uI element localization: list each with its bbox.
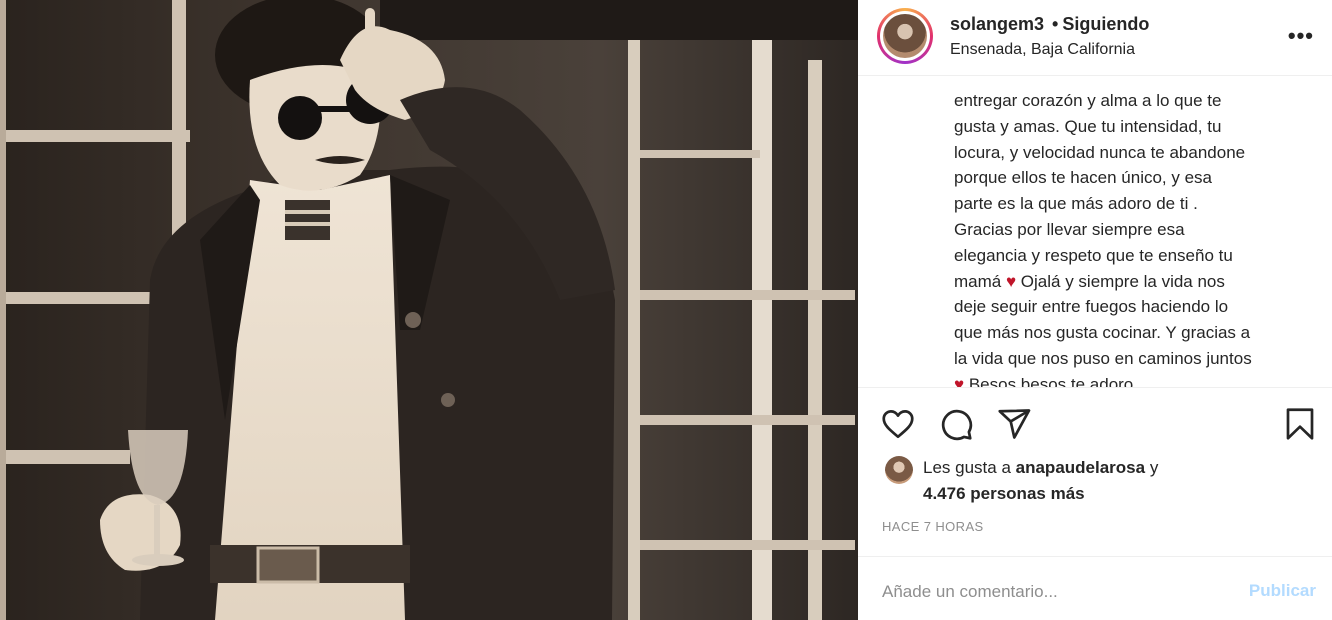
likes-line: Les gusta a anapaudelarosa y bbox=[923, 458, 1158, 478]
liker-avatar[interactable] bbox=[885, 456, 913, 484]
caption-line: ♥ Besos besos te adoro bbox=[954, 372, 1314, 387]
avatar-image bbox=[883, 14, 927, 58]
liker-username-link[interactable]: anapaudelarosa bbox=[1016, 458, 1145, 477]
caption-line: parte es la que más adoro de ti . bbox=[954, 194, 1198, 214]
avatar[interactable] bbox=[877, 8, 933, 64]
likes-suffix: y bbox=[1149, 458, 1159, 477]
username-link[interactable]: solangem3 bbox=[950, 14, 1044, 34]
caption-line: locura, y velocidad nunca te abandone bbox=[954, 142, 1246, 162]
caption-line: entregar corazón y alma a lo que te bbox=[954, 91, 1222, 110]
publish-button[interactable]: Publicar bbox=[1249, 581, 1316, 601]
likes-prefix: Les gusta a bbox=[923, 458, 1011, 477]
post-timestamp[interactable]: HACE 7 HORAS bbox=[882, 519, 984, 534]
bookmark-icon[interactable] bbox=[1282, 406, 1318, 442]
post-photo[interactable] bbox=[0, 0, 858, 620]
comment-bar: Publicar bbox=[858, 556, 1332, 620]
sepia-portrait-image bbox=[0, 0, 858, 620]
post-header: solangem3 • Siguiendo Ensenada, Baja Calif… bbox=[858, 0, 1332, 76]
location-link[interactable]: Ensenada, Baja California bbox=[950, 41, 1135, 59]
heart-icon[interactable] bbox=[880, 406, 916, 442]
caption-line: la vida que nos puso en caminos juntos bbox=[954, 348, 1252, 368]
post-details-panel: solangem3 • Siguiendo Ensenada, Baja Calif… bbox=[858, 0, 1332, 620]
caption-text: mamá bbox=[954, 271, 1002, 291]
separator-dot: • bbox=[1052, 14, 1059, 34]
caption-line: porque ellos te hacen único, y esa bbox=[954, 168, 1213, 188]
follow-status-button[interactable]: Siguiendo bbox=[1062, 14, 1149, 34]
caption-line: mamá ♥ Ojalá y siempre la vida nos bbox=[954, 269, 1314, 295]
share-icon[interactable] bbox=[996, 406, 1032, 442]
username-line: solangem3 • Siguiendo bbox=[950, 14, 1149, 35]
caption-line: que más nos gusta cocinar. Y gracias a bbox=[954, 323, 1251, 343]
caption-line: Gracias por llevar siempre esa bbox=[954, 219, 1185, 239]
caption-text: Ojalá y siempre la vida nos bbox=[1020, 271, 1225, 291]
heart-emoji-icon: ♥ bbox=[954, 374, 965, 387]
post-caption: entregar corazón y alma a lo que te gust… bbox=[954, 88, 1314, 387]
likes-count-link[interactable]: 4.476 personas más bbox=[923, 484, 1085, 504]
caption-text: Besos besos te adoro bbox=[968, 374, 1134, 387]
likes-summary: Les gusta a anapaudelarosa y 4.476 perso… bbox=[858, 452, 1332, 512]
action-bar bbox=[858, 387, 1332, 452]
more-horizontal-icon[interactable]: ••• bbox=[1288, 25, 1314, 47]
heart-emoji-icon: ♥ bbox=[1005, 271, 1017, 291]
comment-input[interactable] bbox=[882, 577, 1212, 607]
caption-line: deje seguir entre fuegos haciendo lo bbox=[954, 297, 1229, 317]
caption-scroll-area[interactable]: entregar corazón y alma a lo que te gust… bbox=[858, 77, 1332, 387]
comment-icon[interactable] bbox=[938, 406, 974, 442]
caption-line: gusta y amas. Que tu intensidad, tu bbox=[954, 116, 1222, 136]
caption-line: elegancia y respeto que te enseño tu bbox=[954, 245, 1233, 265]
